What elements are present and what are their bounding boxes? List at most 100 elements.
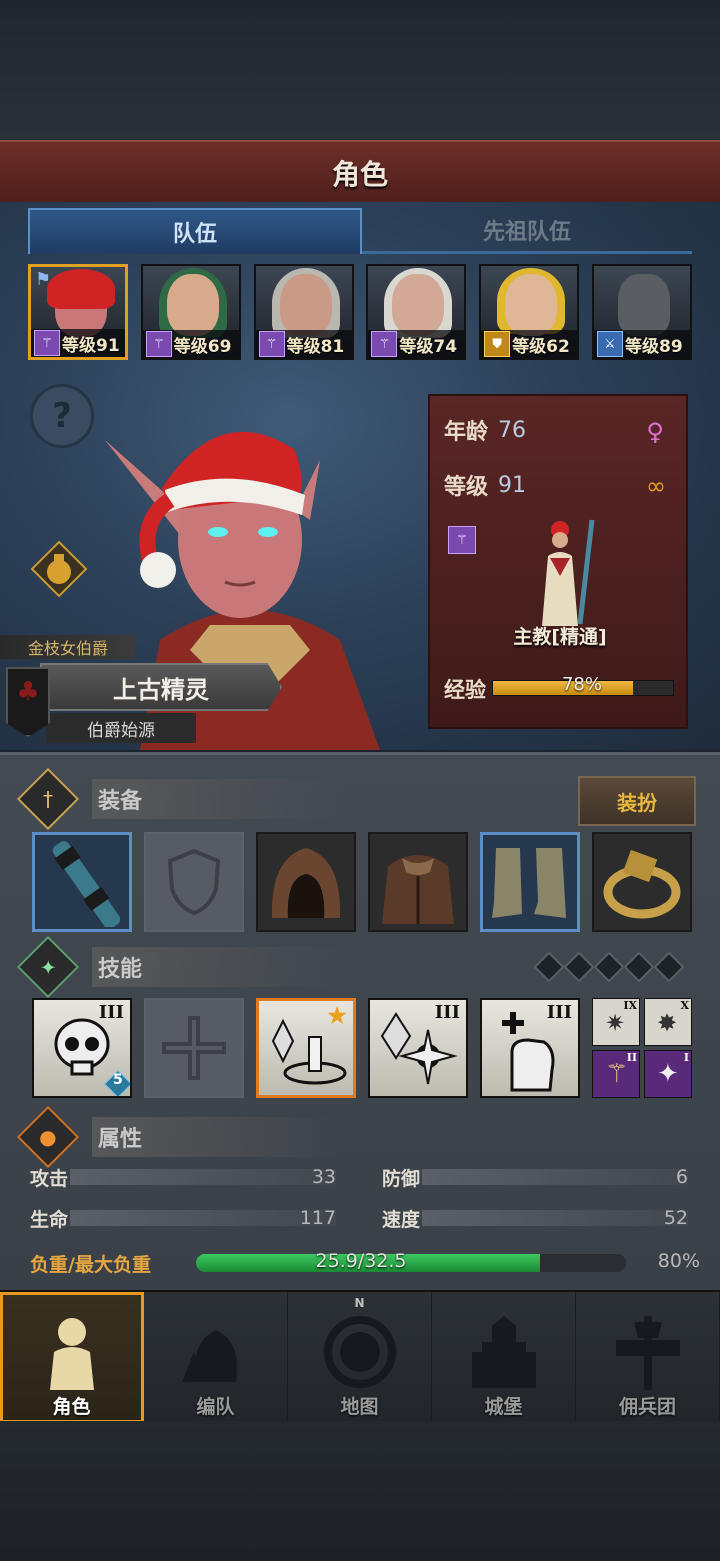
rings-icon: ∞	[646, 472, 666, 500]
skill-slots: III 5 ★ III III IX ✷ X ✸ II ⚚ I ✦	[32, 998, 692, 1098]
skill-rank: III	[434, 1002, 460, 1023]
skills-title: 技能	[92, 947, 343, 987]
faction-banner-icon: ♣	[6, 667, 50, 737]
class-figure	[542, 519, 595, 626]
tab-ancestor-party[interactable]: 先祖队伍	[362, 208, 692, 254]
star-icon: ✦	[16, 935, 80, 999]
tab-party[interactable]: 队伍	[28, 208, 362, 254]
offhand-slot-empty[interactable]	[144, 832, 244, 932]
page-title: 角色	[331, 158, 388, 191]
compass-map-icon	[323, 1316, 396, 1388]
skill-skull[interactable]: III 5	[32, 998, 132, 1098]
portrait-face	[279, 274, 332, 336]
title-bar: 角色	[0, 140, 720, 206]
stat-value: 52	[663, 1207, 688, 1229]
armor-slot[interactable]	[368, 832, 468, 932]
skill-rank: IX	[623, 999, 637, 1012]
burst-icon: ✷	[605, 1009, 626, 1037]
skill-selected[interactable]: ★	[256, 998, 356, 1098]
nav-character[interactable]: 角色	[0, 1292, 144, 1423]
attributes-header: ● 属性	[16, 1105, 586, 1169]
party-member-portrait[interactable]: ⚑ ⚚ 等级91	[28, 264, 128, 360]
age-row: 年龄 76	[444, 414, 526, 446]
portrait-helmet	[617, 274, 670, 336]
helmet-group-icon	[181, 1330, 237, 1382]
member-level: 等级62	[512, 336, 570, 357]
party-member-portrait[interactable]: ⚚ 等级81	[253, 264, 354, 360]
nav-map[interactable]: N 地图	[288, 1292, 432, 1423]
head-slot[interactable]	[256, 832, 356, 932]
equipment-title: 装备	[92, 779, 343, 819]
skills-header: ✦ 技能	[16, 935, 586, 999]
portrait-face	[166, 274, 219, 336]
staff-icon: ⚚	[258, 331, 285, 357]
nav-label: 佣兵团	[618, 1396, 676, 1418]
load-value: 25.9/32.5	[315, 1250, 407, 1272]
attributes-title: 属性	[92, 1117, 343, 1157]
skill-healing-hand[interactable]: III	[480, 998, 580, 1098]
exp-percent: 78%	[561, 674, 602, 695]
stat-hp: 生命 117	[30, 1203, 336, 1233]
accessory-slot[interactable]	[592, 832, 692, 932]
shield-placeholder-icon	[167, 848, 221, 916]
level-value: 91	[498, 472, 527, 498]
mercenary-banner-icon	[615, 1316, 680, 1390]
boots-icon	[492, 848, 566, 918]
load-label: 负重/最大负重	[30, 1254, 151, 1276]
skill-slot-empty[interactable]	[144, 998, 244, 1098]
skill-crystal-burst[interactable]: III	[368, 998, 468, 1098]
dress-up-button[interactable]: 装扮	[578, 776, 696, 826]
potion-button[interactable]	[30, 540, 88, 598]
exp-label: 经验	[444, 678, 486, 702]
weapon-slot[interactable]	[32, 832, 132, 932]
question-icon: ?	[52, 396, 72, 436]
help-button[interactable]: ?	[30, 384, 94, 448]
member-level: 等级91	[62, 335, 120, 356]
party-member-portrait[interactable]: ⚚ 等级69	[140, 264, 241, 360]
passive-skill[interactable]: X ✸	[644, 998, 692, 1046]
cross-placeholder-icon	[162, 1016, 226, 1080]
party-member-portrait[interactable]: ⚔ 等级89	[591, 264, 692, 360]
party-portraits: ⚑ ⚚ 等级91 ⚚ 等级69 ⚚ 等级81 ⚚ 等级74 ⛊ 等级62 ⚔ 等级89	[28, 264, 692, 362]
character-origin: 伯爵始源	[46, 713, 196, 743]
portrait-hat	[47, 269, 115, 309]
sword-icon: ⚔	[596, 331, 623, 357]
party-member-portrait[interactable]: ⚚ 等级74	[366, 264, 467, 360]
sparkle-icon: ✦	[657, 1059, 679, 1089]
nav-mercenaries[interactable]: 佣兵团	[576, 1292, 720, 1423]
character-title: 金枝女伯爵	[0, 635, 135, 659]
stat-attack: 攻击 33	[30, 1162, 336, 1192]
nav-label: 城堡	[484, 1396, 523, 1418]
character-info-card: 年龄 76 ♀ 等级 91 ∞ ⚚ 主教[精通] 经验 78%	[428, 394, 688, 729]
skill-gem-icon	[593, 951, 625, 983]
top-backdrop	[0, 0, 720, 140]
skill-slot-gems	[533, 951, 685, 983]
member-level: 等级74	[399, 336, 458, 357]
age-label: 年龄	[444, 420, 489, 445]
character-race: 上古精灵	[40, 663, 282, 711]
party-member-portrait[interactable]: ⛊ 等级62	[479, 264, 580, 360]
passive-skill[interactable]: I ✦	[644, 1050, 692, 1098]
nav-formation[interactable]: 编队	[144, 1292, 288, 1423]
passive-skill-grid: IX ✷ X ✸ II ⚚ I ✦	[592, 998, 692, 1098]
star-badge-icon: ★	[327, 1003, 347, 1029]
passive-skill[interactable]: IX ✷	[592, 998, 640, 1046]
knight-icon	[49, 1318, 94, 1390]
party-tabs: 队伍 先祖队伍	[28, 208, 692, 254]
nav-castle[interactable]: 城堡	[432, 1292, 576, 1423]
skill-gem-icon	[653, 951, 685, 983]
skill-gem-icon	[533, 951, 565, 983]
staff-icon: ⚚	[448, 526, 476, 554]
hood-icon	[271, 848, 341, 918]
skill-rank: I	[683, 1051, 689, 1064]
level-label: 等级	[444, 475, 489, 500]
nav-label: 地图	[340, 1396, 379, 1418]
level-row: 等级 91	[444, 469, 526, 501]
burst-icon: ✸	[657, 1009, 678, 1037]
boots-slot[interactable]	[480, 832, 580, 932]
passive-skill[interactable]: II ⚚	[592, 1050, 640, 1098]
compass-north-label: N	[354, 1296, 365, 1310]
staff-icon: ⚚	[605, 1059, 629, 1089]
ring-item-icon	[603, 849, 681, 919]
skill-badge-count: 5	[113, 1072, 123, 1088]
